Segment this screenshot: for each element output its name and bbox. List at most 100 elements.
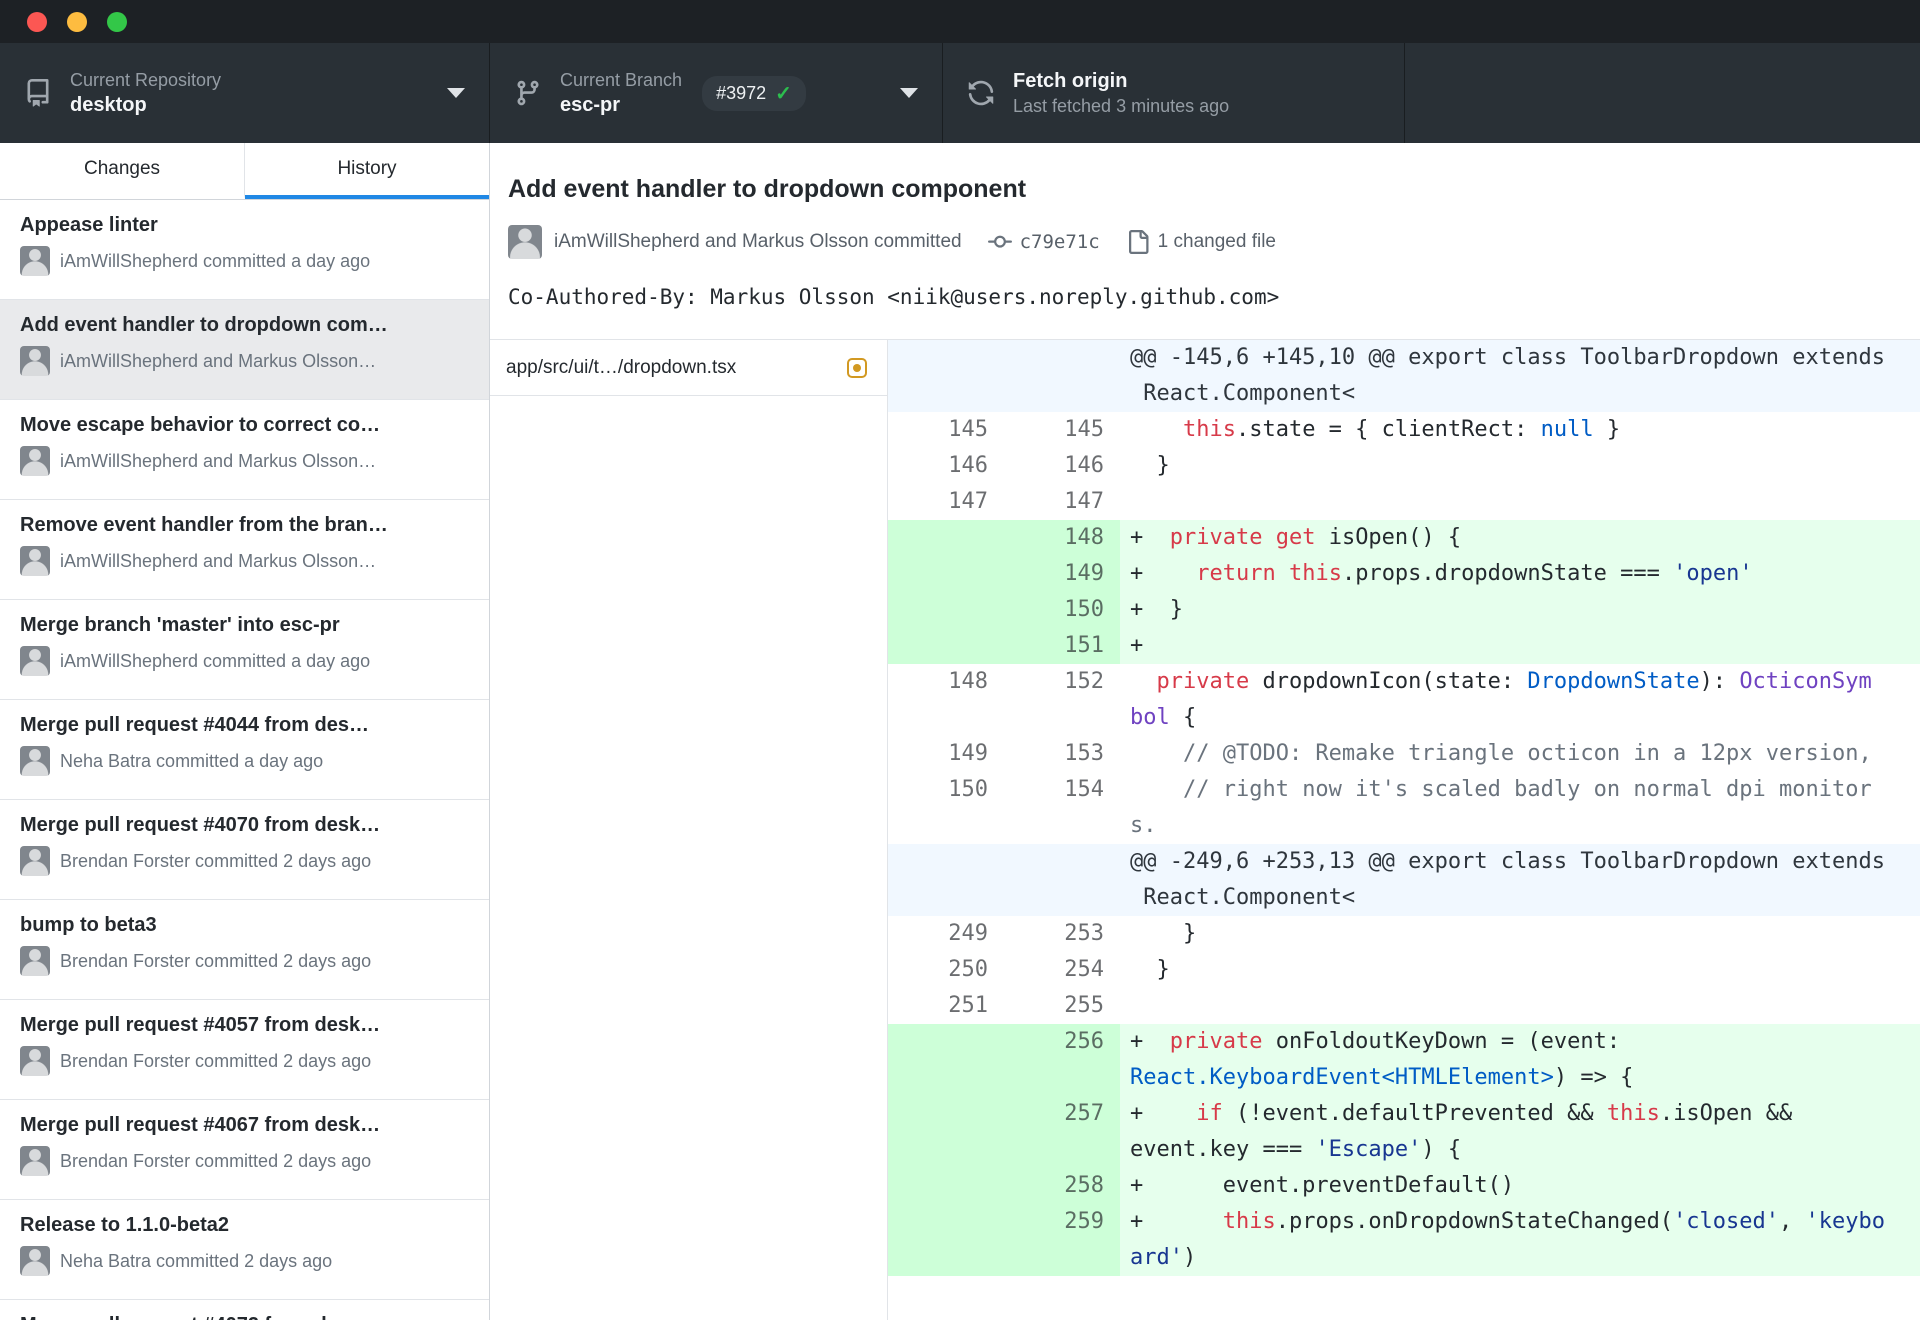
old-line-number: 146 xyxy=(948,453,988,478)
new-line-number xyxy=(1004,340,1120,412)
diff-row-add: 256 + private onFoldoutKeyDown = (event: … xyxy=(888,1024,1920,1096)
avatar xyxy=(20,1146,50,1176)
commit-detail-meta: iAmWillShepherd and Markus Olsson commit… xyxy=(508,225,1920,259)
commit-meta-text: Brendan Forster committed 2 days ago xyxy=(60,1050,372,1071)
commit-title: Move escape behavior to correct co… xyxy=(20,414,381,436)
github-desktop-window: Current Repository desktop Current Branc… xyxy=(0,0,1920,1320)
old-line-number xyxy=(888,556,1004,592)
diff-row-add: 149 + return this.props.dropdownState ===… xyxy=(888,556,1920,592)
commit-committers: iAmWillShepherd and Markus Olsson commit… xyxy=(554,231,962,252)
diff-row-context: 249 253 } xyxy=(888,916,1920,952)
old-line-number xyxy=(888,340,1004,412)
commit-title: bump to beta3 xyxy=(20,914,157,936)
commit-list-item[interactable]: Merge pull request #4072 from des… Brend… xyxy=(0,1300,489,1320)
new-line-number: 146 xyxy=(1064,453,1104,478)
minimize-window-button[interactable] xyxy=(67,11,87,32)
commit-list-item[interactable]: Merge pull request #4044 from des… Neha … xyxy=(0,700,489,800)
commit-meta-text: iAmWillShepherd and Markus Olsson… xyxy=(60,350,377,371)
diff-row-context: 250 254 } xyxy=(888,952,1920,988)
diff-row-add: 150 + } xyxy=(888,592,1920,628)
commit-title: Remove event handler from the bran… xyxy=(20,514,388,536)
new-line-number xyxy=(1004,844,1120,916)
commit-meta: Neha Batra committed 2 days ago xyxy=(20,1246,469,1276)
old-line-number xyxy=(888,844,1004,916)
titlebar xyxy=(0,0,1920,43)
commit-meta: Neha Batra committed a day ago xyxy=(20,746,469,776)
diff-code-line: + xyxy=(1120,628,1920,664)
fetch-origin-button[interactable]: Fetch origin Last fetched 3 minutes ago xyxy=(943,43,1405,143)
commit-list-item[interactable]: Merge pull request #4067 from desk… Bren… xyxy=(0,1100,489,1200)
toolbar: Current Repository desktop Current Branc… xyxy=(0,43,1920,143)
old-line-number: 147 xyxy=(948,489,988,514)
diff-code-line: + } xyxy=(1120,592,1920,628)
commit-list-item[interactable]: Merge pull request #4057 from desk… Bren… xyxy=(0,1000,489,1100)
commit-meta-text: iAmWillShepherd committed a day ago xyxy=(60,250,371,271)
tab-changes[interactable]: Changes xyxy=(0,143,245,199)
diff-row-context: 149 153 // @TODO: Remake triangle octicon… xyxy=(888,736,1920,772)
diff-code-line: + private onFoldoutKeyDown = (event: Rea… xyxy=(1120,1024,1920,1096)
avatar xyxy=(20,746,50,776)
avatar xyxy=(20,546,50,576)
changed-files-count: 1 changed file xyxy=(1157,231,1276,252)
diff-row-add: 257 + if (!event.defaultPrevented && this… xyxy=(888,1096,1920,1168)
new-line-number: 154 xyxy=(1064,777,1104,802)
repo-icon xyxy=(24,79,52,107)
commit-list-item[interactable]: bump to beta3 Brendan Forster committed … xyxy=(0,900,489,1000)
avatar xyxy=(20,646,50,676)
fetch-origin-title: Fetch origin xyxy=(1013,70,1128,92)
diff-code-line: } xyxy=(1130,957,1170,982)
current-repository-button[interactable]: Current Repository desktop xyxy=(0,43,490,143)
chevron-down-icon xyxy=(447,88,465,98)
sidebar: Changes History Appease linter iAmWillSh… xyxy=(0,143,490,1320)
new-line-number: 148 xyxy=(1004,520,1120,556)
main-pane: Add event handler to dropdown component … xyxy=(490,143,1920,1320)
commit-title: Merge pull request #4044 from des… xyxy=(20,714,370,736)
new-line-number: 256 xyxy=(1004,1024,1120,1096)
commit-list-item[interactable]: Merge pull request #4070 from desk… Bren… xyxy=(0,800,489,900)
commit-list-item[interactable]: Merge branch 'master' into esc-pr iAmWil… xyxy=(0,600,489,700)
old-line-number xyxy=(888,1024,1004,1096)
diff-code-line: private dropdownIcon(state: DropdownStat… xyxy=(1130,669,1872,730)
commit-title: Merge pull request #4057 from desk… xyxy=(20,1014,381,1036)
new-line-number: 254 xyxy=(1064,957,1104,982)
current-branch-button[interactable]: Current Branch esc-pr #3972 ✓ xyxy=(490,43,943,143)
avatar xyxy=(20,846,50,876)
git-branch-icon xyxy=(514,79,542,107)
commit-list-item[interactable]: Remove event handler from the bran… iAmW… xyxy=(0,500,489,600)
avatar xyxy=(20,1046,50,1076)
commit-list-item[interactable]: Appease linter iAmWillShepherd committed… xyxy=(0,200,489,300)
close-window-button[interactable] xyxy=(27,11,47,32)
diff-code-line xyxy=(1120,988,1920,1024)
commit-list-item[interactable]: Move escape behavior to correct co… iAmW… xyxy=(0,400,489,500)
file-list-item[interactable]: app/src/ui/t…/dropdown.tsx xyxy=(490,340,887,396)
commit-meta-text: Brendan Forster committed 2 days ago xyxy=(60,1150,372,1171)
diff-code-line: // @TODO: Remake triangle octicon in a 1… xyxy=(1182,741,1872,766)
avatar xyxy=(20,346,50,376)
diff-code-line: + this.props.onDropdownStateChanged('clo… xyxy=(1120,1204,1920,1276)
avatar xyxy=(20,946,50,976)
new-line-number: 253 xyxy=(1064,921,1104,946)
tab-history[interactable]: History xyxy=(245,143,489,199)
commit-meta: iAmWillShepherd and Markus Olsson… xyxy=(20,446,469,476)
commit-meta: iAmWillShepherd committed a day ago xyxy=(20,646,469,676)
commit-detail-title: Add event handler to dropdown component xyxy=(508,175,1027,203)
sync-icon xyxy=(967,79,995,107)
commit-list-item[interactable]: Release to 1.1.0-beta2 Neha Batra commit… xyxy=(0,1200,489,1300)
diff-row-context: 147 147 xyxy=(888,484,1920,520)
commit-list-item[interactable]: Add event handler to dropdown com… iAmWi… xyxy=(0,300,489,400)
sidebar-tabs: Changes History xyxy=(0,143,489,200)
old-line-number: 150 xyxy=(948,777,988,802)
old-line-number xyxy=(888,592,1004,628)
diff-row-add: 258 + event.preventDefault() xyxy=(888,1168,1920,1204)
diff-code-line: @@ -145,6 +145,10 @@ export class Toolba… xyxy=(1120,340,1920,412)
zoom-window-button[interactable] xyxy=(107,11,127,32)
new-line-number: 255 xyxy=(1064,993,1104,1018)
diff-code-line: } xyxy=(1130,453,1170,478)
diff-code-line: + event.preventDefault() xyxy=(1120,1168,1920,1204)
commit-sha: c79e71c xyxy=(1019,231,1100,253)
pr-number-badge[interactable]: #3972 ✓ xyxy=(702,75,806,111)
diff-code-line: } xyxy=(1130,921,1197,946)
git-commit-icon xyxy=(987,230,1012,254)
commit-title: Add event handler to dropdown com… xyxy=(20,314,388,336)
commit-title: Merge pull request #4067 from desk… xyxy=(20,1114,381,1136)
